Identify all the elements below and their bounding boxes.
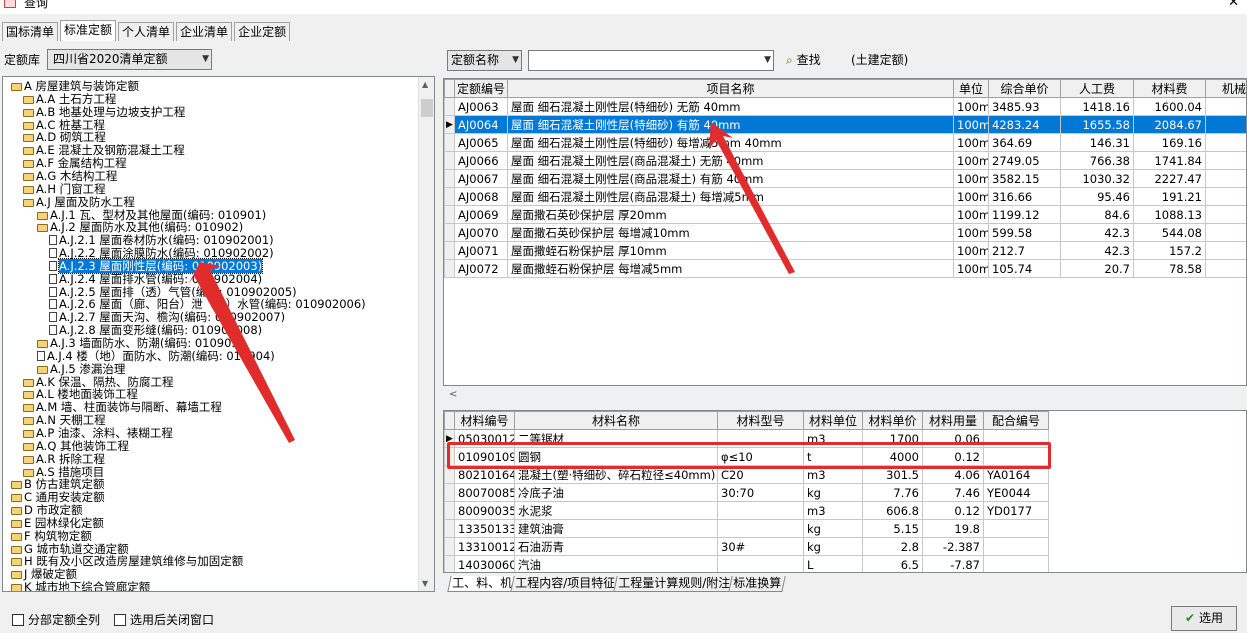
annotation-arrow-grid xyxy=(709,122,795,274)
annotation-arrows xyxy=(188,122,795,443)
annotation-arrow-tree xyxy=(188,262,295,443)
